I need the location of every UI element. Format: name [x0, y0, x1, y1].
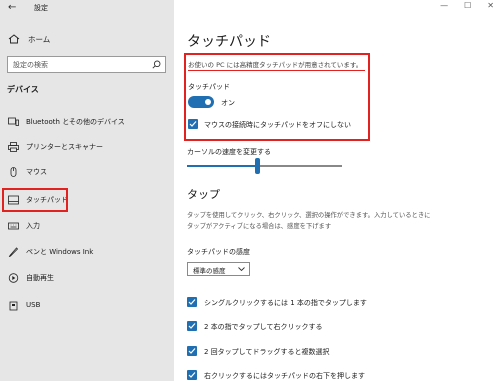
sidebar-item-typing[interactable]: 入力: [0, 216, 174, 236]
sidebar-item-label: プリンターとスキャナー: [26, 143, 103, 151]
sensitivity-value: 標準の感度: [193, 267, 226, 275]
home-link[interactable]: ホーム: [8, 33, 50, 45]
keep-on-checkbox[interactable]: [188, 119, 198, 129]
tap-description-line-1: タップを使用してクリック、右クリック、選択の操作ができます。入力しているときに: [187, 212, 431, 219]
single-tap-label: シングルクリックするには 1 本の指でタップします: [204, 299, 367, 307]
toggle-state-label: オン: [221, 99, 235, 107]
checkmark-icon: [189, 121, 197, 127]
double-tap-drag-checkbox[interactable]: [187, 346, 197, 356]
main-pane: — ☐ ✕ タッチパッド お使いの PC には高精度タッチパッドが用意されていま…: [174, 0, 500, 381]
window-title: 設定: [34, 4, 48, 12]
search-icon: [152, 60, 161, 69]
window-controls: — ☐ ✕: [440, 1, 494, 10]
sidebar-item-bluetooth[interactable]: Bluetooth とその他のデバイス: [0, 112, 174, 132]
precision-message: お使いの PC には高精度タッチパッドが用意されています。: [188, 61, 363, 69]
touchpad-toggle[interactable]: [188, 96, 214, 108]
usb-icon: [9, 301, 18, 311]
autoplay-icon: [8, 273, 19, 283]
back-arrow-icon[interactable]: ←: [8, 2, 22, 14]
sensitivity-label: タッチパッドの感度: [187, 248, 250, 256]
keep-on-label: マウスの接続時にタッチパッドをオフにしない: [204, 121, 351, 129]
cursor-speed-thumb[interactable]: [255, 158, 260, 174]
two-finger-tap-label: 2 本の指でタップして右クリックする: [204, 323, 323, 331]
chevron-down-icon: [238, 267, 245, 272]
sidebar-item-usb[interactable]: USB: [0, 296, 174, 316]
sidebar-item-label: ペンと Windows Ink: [26, 248, 94, 256]
close-button[interactable]: ✕: [487, 1, 494, 10]
page-title: タッチパッド: [187, 34, 271, 50]
touchpad-highlight-box: [2, 188, 68, 212]
toggle-knob: [205, 99, 211, 105]
search-placeholder: 設定の検索: [13, 61, 48, 69]
search-input[interactable]: 設定の検索: [7, 56, 166, 73]
pen-icon: [8, 247, 19, 257]
checkmark-icon: [188, 372, 196, 378]
keyboard-icon: [8, 222, 19, 230]
checkmark-icon: [188, 299, 196, 305]
sidebar-item-label: 自動再生: [26, 274, 54, 282]
cursor-speed-fill: [187, 165, 257, 167]
mouse-icon: [10, 167, 17, 177]
sidebar: ← 設定 ホーム 設定の検索 デバイス Bluetooth とその他のデバイス …: [0, 0, 174, 381]
message-underline: [188, 70, 365, 71]
bottom-right-press-label: 右クリックするにはタッチパッドの右下を押します: [204, 372, 365, 380]
bottom-right-press-checkbox[interactable]: [187, 370, 197, 380]
touchpad-label: タッチパッド: [188, 83, 230, 91]
sensitivity-dropdown[interactable]: 標準の感度: [187, 262, 250, 276]
printer-icon: [8, 142, 19, 152]
checkmark-icon: [188, 348, 196, 354]
minimize-button[interactable]: —: [440, 1, 448, 10]
sidebar-item-label: 入力: [26, 222, 40, 230]
section-title: デバイス: [7, 85, 39, 94]
bluetooth-device-icon: [8, 117, 19, 126]
sidebar-item-label: USB: [26, 301, 41, 309]
single-tap-checkbox[interactable]: [187, 297, 197, 307]
maximize-button[interactable]: ☐: [464, 1, 471, 10]
home-label: ホーム: [28, 34, 51, 44]
cursor-speed-label: カーソルの速度を変更する: [187, 148, 271, 156]
sidebar-item-pen[interactable]: ペンと Windows Ink: [0, 242, 174, 262]
checkmark-icon: [188, 323, 196, 329]
tap-heading: タップ: [187, 188, 220, 201]
title-bar: ← 設定: [0, 0, 174, 16]
sidebar-item-label: マウス: [26, 168, 47, 176]
tap-description-line-2: タップがアクティブになる場合は、感度を下げます: [187, 223, 332, 230]
two-finger-tap-checkbox[interactable]: [187, 321, 197, 331]
double-tap-drag-label: 2 回タップしてドラッグすると複数選択: [204, 348, 330, 356]
sidebar-item-autoplay[interactable]: 自動再生: [0, 268, 174, 288]
sidebar-item-label: Bluetooth とその他のデバイス: [26, 118, 125, 126]
home-icon: [8, 34, 20, 44]
sidebar-item-mouse[interactable]: マウス: [0, 162, 174, 182]
sidebar-item-printers[interactable]: プリンターとスキャナー: [0, 137, 174, 157]
